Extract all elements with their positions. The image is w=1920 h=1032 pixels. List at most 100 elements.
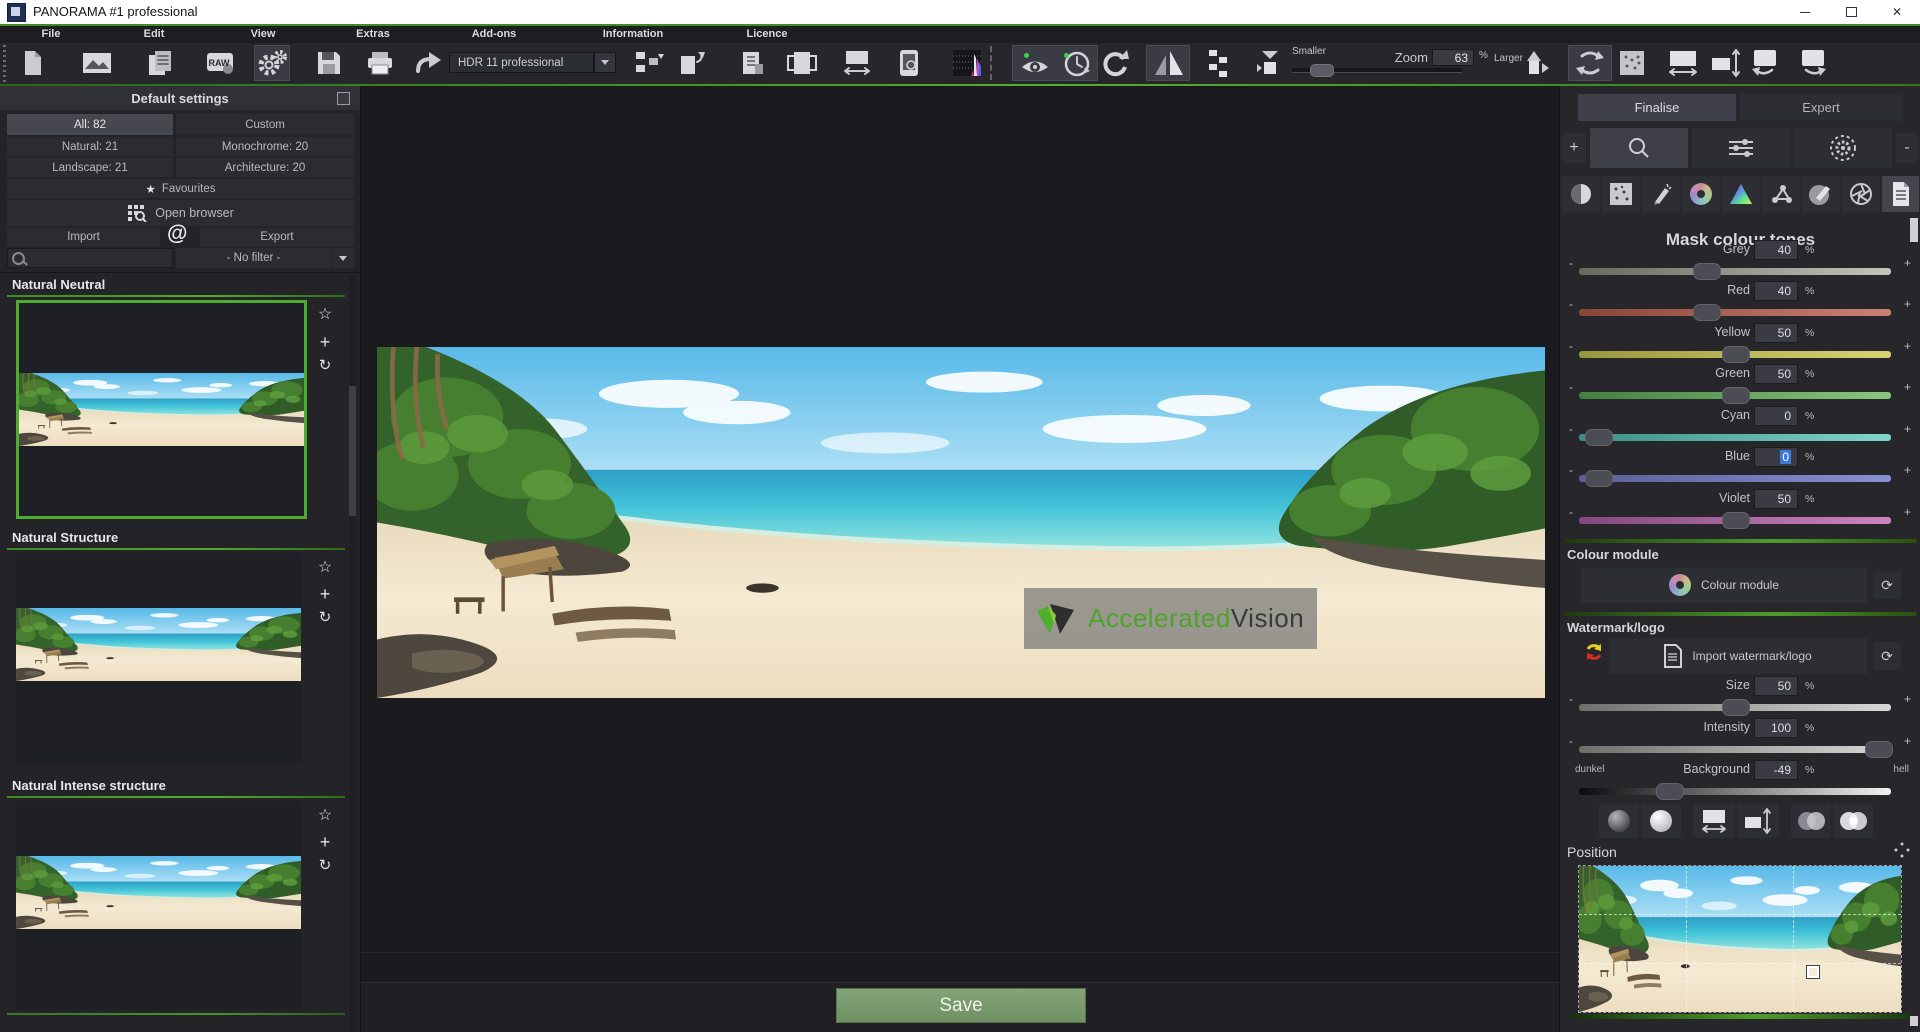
search-tool-button[interactable] (1590, 128, 1688, 168)
preset-list-scrollbar[interactable] (349, 276, 356, 1032)
rgb-triangle-tool-icon[interactable] (1722, 176, 1760, 212)
menu-edit[interactable]: Edit (109, 28, 199, 40)
zoom-slider-thumb[interactable] (1310, 64, 1334, 77)
fit-view-button[interactable] (1252, 45, 1288, 81)
preset-favourite-star-icon[interactable]: ☆ (314, 304, 336, 324)
nodes-tool-icon[interactable] (1762, 176, 1800, 212)
at-sign-icon[interactable]: @ (167, 222, 187, 246)
slider-decrease[interactable]: - (1569, 463, 1573, 477)
favourites-button[interactable]: ★ Favourites (7, 179, 354, 198)
watermark-overlay[interactable]: AcceleratedVision (1024, 588, 1317, 649)
process-export-button[interactable] (674, 45, 710, 81)
slider-decrease[interactable]: - (1569, 256, 1573, 270)
rotate-right-button[interactable] (1795, 45, 1831, 81)
filter-monochrome-button[interactable]: Monochrome: 20 (176, 137, 354, 156)
slider-value-input[interactable]: -49 (1754, 760, 1798, 780)
preset-favourite-star-icon[interactable]: ☆ (314, 557, 336, 577)
tab-finalise[interactable]: Finalise (1578, 94, 1736, 121)
watermark-refresh-icon[interactable] (1584, 642, 1604, 662)
slider-track[interactable] (1579, 475, 1891, 482)
slider-value-input[interactable]: 50 (1754, 489, 1798, 509)
preset-thumbnail-natural-neutral[interactable] (16, 300, 307, 519)
position-preview[interactable] (1579, 866, 1901, 1012)
slider-decrease[interactable]: - (1569, 339, 1573, 353)
slider-thumb[interactable] (1722, 387, 1750, 404)
settings-gear-button[interactable] (1794, 128, 1892, 168)
redo-button[interactable] (1097, 45, 1133, 81)
preset-document-tool-icon[interactable] (1882, 176, 1919, 212)
slider-track[interactable] (1579, 746, 1891, 753)
watermark-blend-dark-button[interactable] (1791, 804, 1831, 838)
resize-height-button[interactable] (1708, 45, 1744, 81)
contrast-tool-icon[interactable] (1562, 176, 1600, 212)
slider-increase[interactable]: + (1904, 463, 1911, 477)
slider-decrease[interactable]: - (1569, 297, 1573, 311)
slider-thumb[interactable] (1585, 470, 1613, 487)
slider-track[interactable] (1579, 704, 1891, 711)
batch-workflow-button[interactable] (631, 45, 667, 81)
retouch-tool-icon[interactable] (1642, 176, 1680, 212)
tab-expert[interactable]: Expert (1740, 94, 1902, 121)
filter-all-button[interactable]: All: 82 (7, 114, 173, 135)
crop-preview-button[interactable] (784, 45, 820, 81)
filter-custom-button[interactable]: Custom (176, 114, 354, 135)
adjustments-button[interactable] (1692, 128, 1790, 168)
menu-addons[interactable]: Add-ons (449, 28, 539, 40)
slider-value-input[interactable]: 50 (1754, 364, 1798, 384)
slider-increase[interactable]: + (1904, 422, 1911, 436)
panorama-image[interactable] (377, 347, 1545, 698)
preset-version-dropdown-arrow[interactable] (594, 52, 616, 73)
preset-refresh-icon[interactable]: ↻ (314, 356, 336, 374)
rotate-left-button[interactable] (1747, 45, 1783, 81)
panel-scrollbar-thumb[interactable] (1910, 218, 1918, 242)
maximize-button[interactable] (1828, 0, 1874, 24)
colour-wheel-tool-icon[interactable] (1682, 176, 1720, 212)
open-image-button[interactable] (79, 45, 115, 81)
raw-import-button[interactable]: RAW (202, 45, 238, 81)
watermark-apply-icon[interactable]: ⟳ (1873, 642, 1901, 670)
watermark-dark-sphere-button[interactable] (1599, 804, 1639, 838)
slider-decrease[interactable]: - (1569, 422, 1573, 436)
slider-increase[interactable]: + (1904, 734, 1911, 748)
menu-extras[interactable]: Extras (328, 28, 418, 40)
slider-track[interactable] (1579, 788, 1891, 795)
preset-refresh-icon[interactable]: ↻ (314, 608, 336, 626)
slider-decrease[interactable]: - (1569, 380, 1573, 394)
denoise-tool-icon[interactable] (1602, 176, 1640, 212)
edit-document-button[interactable] (735, 45, 771, 81)
rotate-canvas-button[interactable] (1568, 45, 1612, 81)
slider-value-input[interactable]: 100 (1754, 718, 1798, 738)
history-time-button[interactable] (1059, 49, 1095, 79)
slider-thumb[interactable] (1865, 741, 1893, 758)
preset-add-icon[interactable]: + (314, 584, 336, 605)
preset-version-dropdown[interactable]: HDR 11 professional (449, 52, 594, 73)
copy-settings-button[interactable] (142, 45, 178, 81)
new-file-button[interactable] (15, 45, 51, 81)
menu-information[interactable]: Information (588, 28, 678, 40)
preset-search-input[interactable] (7, 248, 173, 268)
slider-increase[interactable]: + (1904, 339, 1911, 353)
import-button[interactable]: Import (7, 228, 160, 246)
preset-thumbnail-natural-structure[interactable] (16, 553, 301, 763)
zoom-value-input[interactable]: 63 (1432, 49, 1474, 66)
filter-natural-button[interactable]: Natural: 21 (7, 137, 173, 156)
slider-increase[interactable]: + (1904, 297, 1911, 311)
close-button[interactable]: ✕ (1874, 0, 1920, 24)
slider-thumb[interactable] (1693, 304, 1721, 321)
slider-track[interactable] (1579, 517, 1891, 524)
slider-value-input[interactable]: 50 (1754, 676, 1798, 696)
watermark-blend-light-button[interactable] (1833, 804, 1873, 838)
watermark-position-marker[interactable] (1807, 966, 1819, 978)
watermark-stretch-width-button[interactable] (1693, 804, 1735, 838)
filter-architecture-button[interactable]: Architecture: 20 (176, 158, 354, 177)
slider-value-input[interactable]: 0 (1754, 447, 1798, 467)
filter-landscape-button[interactable]: Landscape: 21 (7, 158, 173, 177)
preview-eye-button[interactable] (1019, 49, 1055, 79)
filter-dropdown[interactable]: - No filter - (176, 248, 331, 268)
histogram-button[interactable] (949, 45, 985, 81)
slider-increase[interactable]: + (1904, 380, 1911, 394)
position-move-icon[interactable] (1894, 842, 1910, 858)
preset-list-scrollbar-thumb[interactable] (349, 386, 356, 516)
slider-thumb[interactable] (1722, 512, 1750, 529)
slider-decrease[interactable]: - (1569, 505, 1573, 519)
